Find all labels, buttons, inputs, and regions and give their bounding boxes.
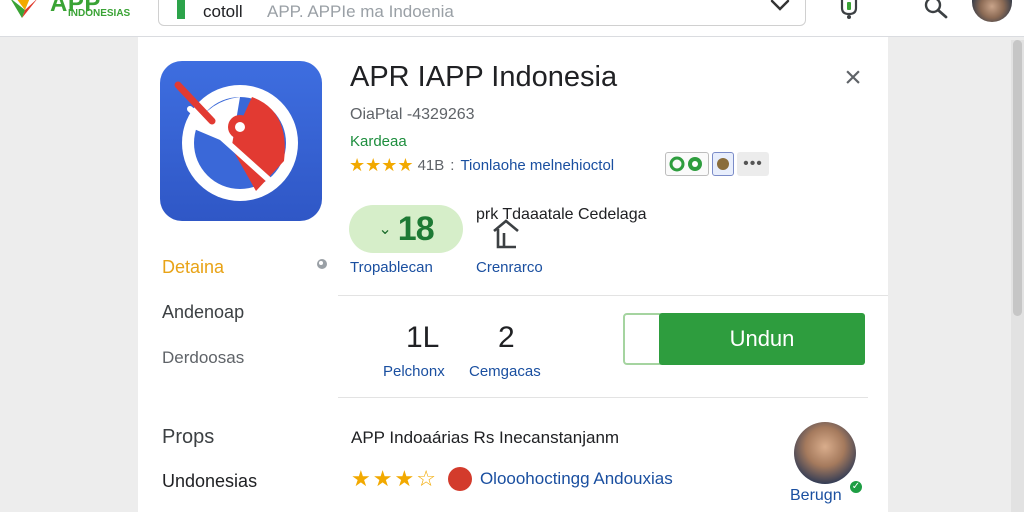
app-detail-card: APR IAPP Indonesia × OiaPtal -4329263 Ka…: [138, 37, 888, 512]
review-link[interactable]: Olooohoctingg Andouxias: [480, 469, 673, 489]
more-options-button[interactable]: •••: [737, 152, 769, 176]
close-icon[interactable]: ×: [838, 63, 868, 93]
stat-value: 1L: [406, 321, 440, 354]
logo-subtitle: INDONESIAS: [68, 8, 131, 19]
sidebar-item-derdoosas[interactable]: Derdoosas: [162, 348, 244, 368]
flag-icon: [447, 467, 472, 491]
rating-row: ★ ★ ★ ★ 41B : Tionlaohe melnehioctol: [349, 154, 614, 176]
rating-separator: :: [450, 156, 455, 174]
secondary-button[interactable]: [623, 313, 663, 365]
star-half-icon: ☆: [416, 466, 436, 491]
review-rating: ★ ★ ★ ☆ Olooohoctingg Andouxias: [351, 467, 673, 491]
sidebar-item-andenoap[interactable]: Andenoap: [162, 302, 244, 323]
site-logo[interactable]: APP INDONESIAS: [8, 0, 138, 30]
shield-icon: [717, 158, 729, 170]
search-value: cotoll: [203, 2, 243, 21]
search-icon[interactable]: [314, 257, 330, 273]
logo-mark-icon: [11, 0, 37, 18]
chevron-down-icon: ⌄: [378, 221, 392, 238]
home-icon: [493, 219, 519, 249]
scrollbar[interactable]: [1011, 40, 1024, 512]
sidebar-item-undonesias[interactable]: Undonesias: [162, 471, 257, 492]
search-icon[interactable]: [922, 0, 950, 20]
stat-value: 2: [498, 321, 515, 354]
sidebar-item-detaina[interactable]: Detaina: [162, 257, 224, 278]
shield-badge[interactable]: [712, 152, 734, 176]
star-icon: ★: [349, 155, 366, 175]
score-value: 18: [397, 209, 435, 248]
sidebar-item-props[interactable]: Props: [162, 426, 214, 449]
score-pill[interactable]: ⌄ 18: [349, 205, 463, 253]
badge-group: •••: [665, 152, 769, 176]
divider: [338, 295, 888, 296]
rating-link[interactable]: Tionlaohe melnehioctol: [460, 157, 614, 174]
search-hint: APP. APPIe ma Indoenia: [267, 2, 454, 21]
review-title: APP Indoaárias Rs Inecanstanjanm: [351, 428, 620, 447]
reviewer-avatar[interactable]: [794, 422, 856, 484]
rating-value: 41B: [417, 156, 445, 174]
score-caption[interactable]: Tropablecan: [350, 259, 433, 276]
reviewer-name[interactable]: Berugn: [790, 487, 842, 505]
app-id: OiaPtal -4329263: [350, 106, 475, 123]
star-icon: ★: [351, 466, 371, 491]
download-button[interactable]: Undun: [659, 313, 865, 365]
recycle-icon: [669, 156, 702, 172]
install-caption[interactable]: Crenrarco: [476, 259, 543, 276]
search-lock-icon: [177, 0, 185, 19]
recycle-badge[interactable]: [665, 152, 709, 176]
app-icon: [160, 61, 322, 221]
user-avatar[interactable]: [972, 0, 1012, 22]
chevron-down-icon[interactable]: [769, 0, 791, 15]
star-icon: ★: [381, 155, 398, 175]
star-icon: ★: [397, 155, 414, 175]
notification-icon[interactable]: [836, 0, 862, 20]
star-icon: ★: [365, 155, 382, 175]
star-icon: ★: [394, 466, 415, 491]
stat-label[interactable]: Pelchonx: [383, 363, 445, 380]
stat-label[interactable]: Cemgacas: [469, 363, 541, 380]
star-icon: ★: [372, 466, 393, 491]
app-title: APR IAPP Indonesia: [350, 61, 618, 93]
top-bar: APP INDONESIAS cotoll APP. APPIe ma Indo…: [0, 0, 1024, 37]
search-input[interactable]: cotoll APP. APPIe ma Indoenia: [158, 0, 806, 26]
app-logo-icon: [174, 81, 298, 201]
verified-check-icon: ✓: [848, 479, 864, 495]
scrollbar-thumb[interactable]: [1013, 40, 1022, 316]
divider: [338, 397, 868, 398]
developer-link[interactable]: Kardeaa: [350, 133, 407, 150]
